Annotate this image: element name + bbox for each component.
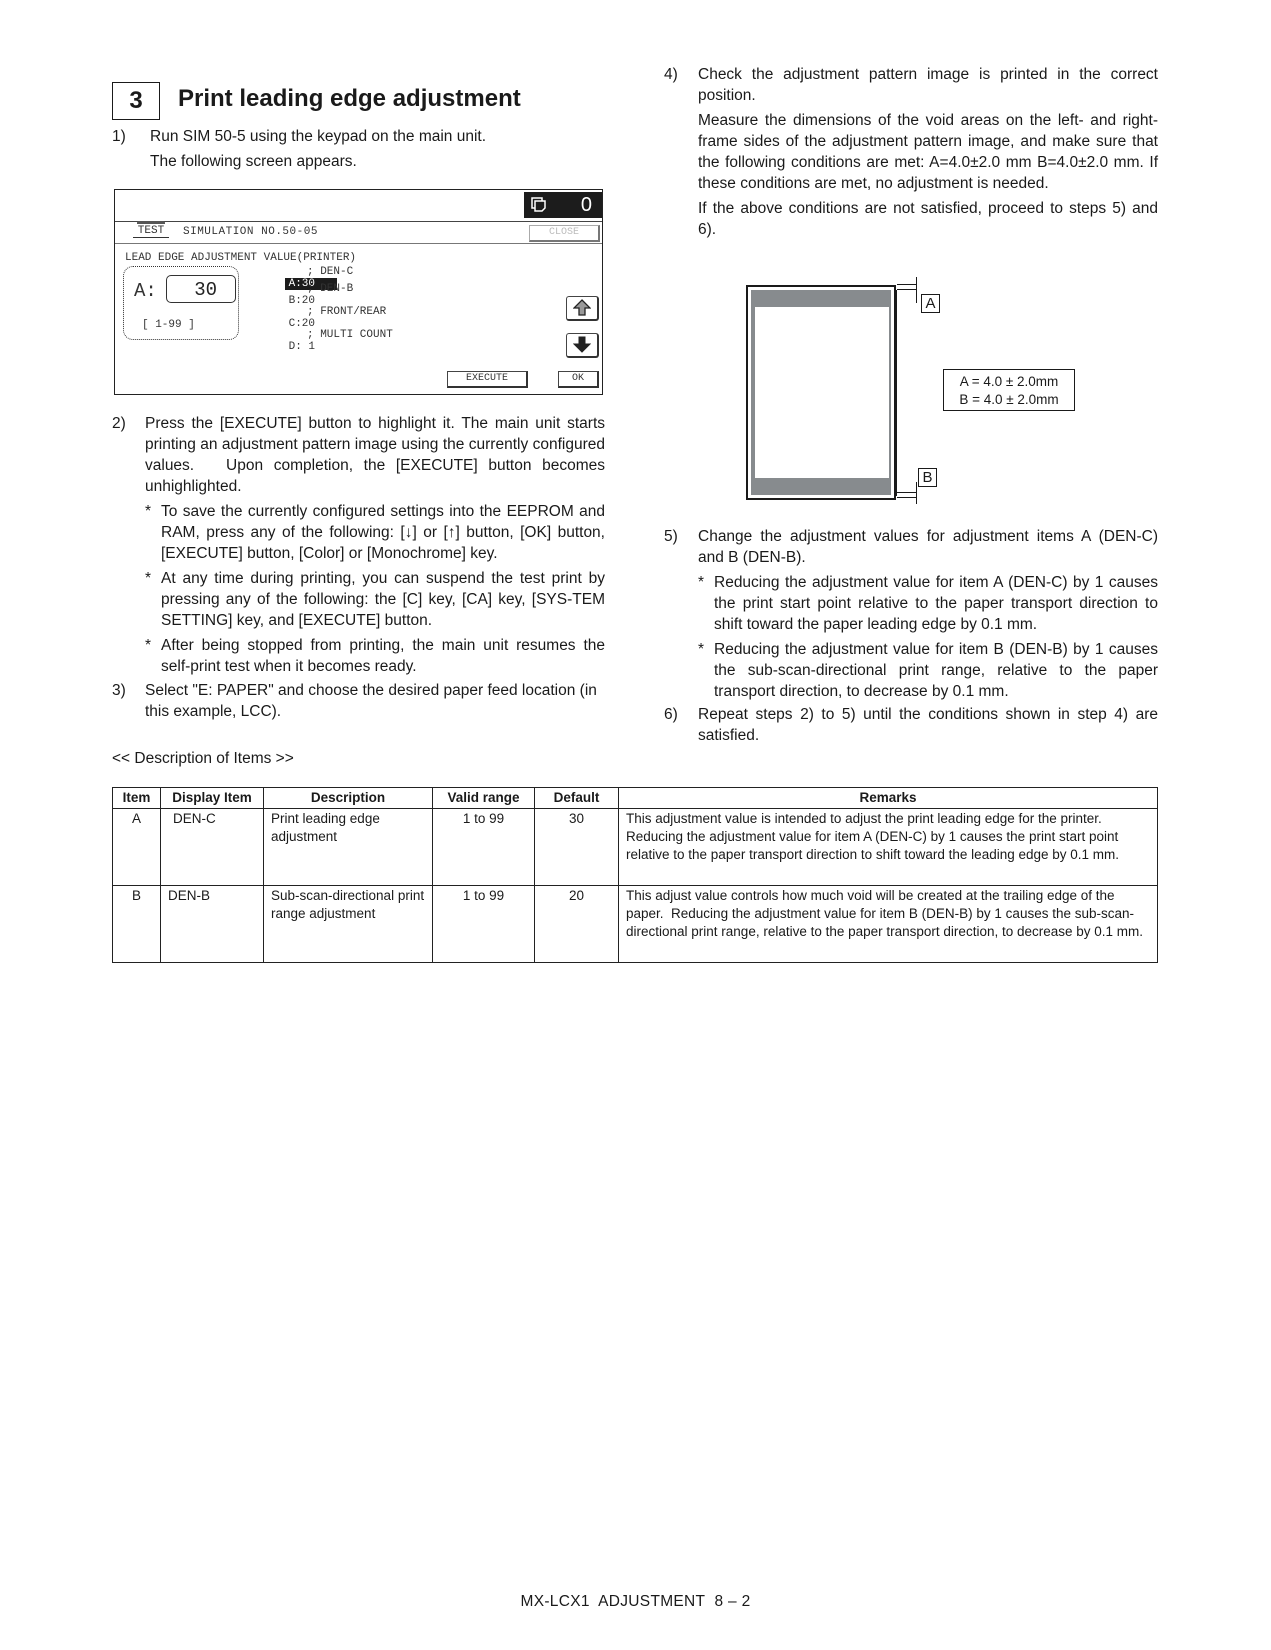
scroll-down-button[interactable]	[566, 333, 599, 358]
column-header: Item	[112, 787, 161, 809]
step-text: Repeat steps 2) to 5) until the conditio…	[698, 706, 1158, 744]
current-item-letter: A:	[134, 280, 157, 302]
dimension-line-b	[897, 497, 917, 498]
cell-valid-range: 1 to 99	[432, 808, 535, 886]
dimension-line-a	[897, 289, 917, 290]
step-number: 3)	[112, 682, 126, 699]
items-table: Item Display Item Description Valid rang…	[112, 787, 1158, 963]
note-marker: *	[145, 570, 152, 587]
copy-count: 0	[580, 194, 592, 216]
item-code: D: 1	[288, 341, 316, 353]
cell-item: A	[112, 808, 161, 886]
ok-button[interactable]: OK	[558, 371, 599, 388]
note-marker: *	[698, 641, 705, 658]
cell-display-item: DEN-C	[160, 808, 264, 886]
section-title: Print leading edge adjustment	[178, 85, 521, 112]
screen-title-bar: TEST SIMULATION NO.50-05 CLOSE	[115, 221, 602, 244]
step-text: Press the [EXECUTE] button to highlight …	[145, 415, 605, 495]
pattern-white-area	[755, 307, 889, 478]
note: * After being stopped from printing, the…	[145, 635, 605, 677]
note-text: At any time during printing, you can sus…	[161, 570, 605, 629]
item-name: ; MULTI COUNT	[307, 329, 393, 341]
cell-remarks: This adjustment value is intended to adj…	[618, 808, 1158, 886]
step-number: 4)	[664, 66, 678, 83]
step-text: Run SIM 50-5 using the keypad on the mai…	[150, 128, 487, 145]
paper-edge-line	[895, 290, 897, 496]
label-a: A	[921, 294, 940, 313]
cell-description: Print leading edge adjustment	[263, 808, 433, 886]
copy-counter: 0	[524, 192, 602, 218]
note-text: Reducing the adjustment value for item B…	[714, 641, 1158, 700]
step-number: 6)	[664, 706, 678, 723]
label-b: B	[918, 468, 937, 487]
scroll-up-button[interactable]	[566, 296, 599, 321]
item-name: ; FRONT/REAR	[307, 306, 387, 318]
step-number: 1)	[112, 128, 126, 145]
description-heading: << Description of Items >>	[112, 750, 294, 767]
cell-remarks: This adjust value controls how much void…	[618, 885, 1158, 963]
step-text: Select "E: PAPER" and choose the desired…	[145, 682, 597, 720]
item-name: ; DEN-B	[307, 283, 354, 295]
item-name: ; DEN-C	[307, 266, 354, 278]
column-header: Description	[263, 787, 433, 809]
note: * Reducing the adjustment value for item…	[698, 639, 1158, 702]
step-text: Check the adjustment pattern image is pr…	[698, 66, 1158, 104]
arrow-down-icon	[573, 336, 591, 353]
lead-edge-label: LEAD EDGE ADJUSTMENT VALUE(PRINTER)	[125, 252, 357, 264]
formula-b: B = 4.0 ± 2.0mm	[959, 392, 1059, 407]
note-marker: *	[698, 574, 705, 591]
table-row: A DEN-C Print leading edge adjustment 1 …	[112, 808, 1158, 886]
test-tag: TEST	[133, 221, 169, 238]
note-text: To save the currently configured setting…	[161, 503, 605, 562]
pattern-diagram	[746, 285, 896, 500]
formula-a: A = 4.0 ± 2.0mm	[959, 374, 1059, 389]
cell-valid-range: 1 to 99	[432, 885, 535, 963]
cell-description: Sub-scan-directional print range adjustm…	[263, 885, 433, 963]
note: * To save the currently configured setti…	[145, 501, 605, 564]
valid-range: [ 1-99 ]	[142, 319, 195, 331]
note-marker: *	[145, 503, 152, 520]
table-row: B DEN-B Sub-scan-directional print range…	[112, 885, 1158, 963]
step-text: Change the adjustment values for adjustm…	[698, 528, 1158, 566]
dimension-line-a	[916, 277, 917, 303]
copy-pages-icon	[531, 197, 546, 212]
cell-item: B	[112, 885, 161, 963]
note-marker: *	[145, 637, 152, 654]
note-text: Reducing the adjustment value for item A…	[714, 574, 1158, 633]
value-entry-frame: A: 30 [ 1-99 ]	[123, 266, 239, 340]
close-button[interactable]: CLOSE	[529, 225, 600, 242]
column-header: Default	[534, 787, 619, 809]
value-input[interactable]: 30	[166, 275, 236, 303]
dimension-line-a	[897, 284, 917, 285]
note-text: After being stopped from printing, the m…	[161, 637, 605, 675]
simulation-screen: 0 TEST SIMULATION NO.50-05 CLOSE LEAD ED…	[114, 189, 603, 395]
cell-default: 30	[534, 808, 619, 886]
note: * At any time during printing, you can s…	[145, 568, 605, 631]
page-footer: MX-LCX1 ADJUSTMENT 8 – 2	[520, 1593, 751, 1610]
table-header-row: Item Display Item Description Valid rang…	[112, 787, 1158, 809]
section-number: 3	[112, 82, 160, 120]
step-number: 2)	[112, 415, 126, 432]
note: * Reducing the adjustment value for item…	[698, 572, 1158, 635]
step-text: If the above conditions are not satisfie…	[698, 200, 1158, 238]
step-text: Measure the dimensions of the void areas…	[698, 112, 1158, 192]
column-header: Display Item	[160, 787, 264, 809]
cell-default: 20	[534, 885, 619, 963]
screen-top-bar: 0	[115, 190, 602, 222]
tolerance-box: A = 4.0 ± 2.0mm B = 4.0 ± 2.0mm	[943, 369, 1075, 411]
column-header: Remarks	[618, 787, 1158, 809]
dimension-line-b	[897, 492, 917, 493]
cell-display-item: DEN-B	[160, 885, 264, 963]
execute-button[interactable]: EXECUTE	[447, 371, 528, 388]
column-header: Valid range	[432, 787, 535, 809]
step-text: The following screen appears.	[150, 153, 357, 170]
step-number: 5)	[664, 528, 678, 545]
dimension-line-b	[916, 482, 917, 504]
arrow-up-icon	[573, 299, 591, 316]
list-item[interactable]: D: 1 ; MULTI COUNT	[245, 329, 393, 377]
simulation-title: SIMULATION NO.50-05	[183, 226, 318, 238]
